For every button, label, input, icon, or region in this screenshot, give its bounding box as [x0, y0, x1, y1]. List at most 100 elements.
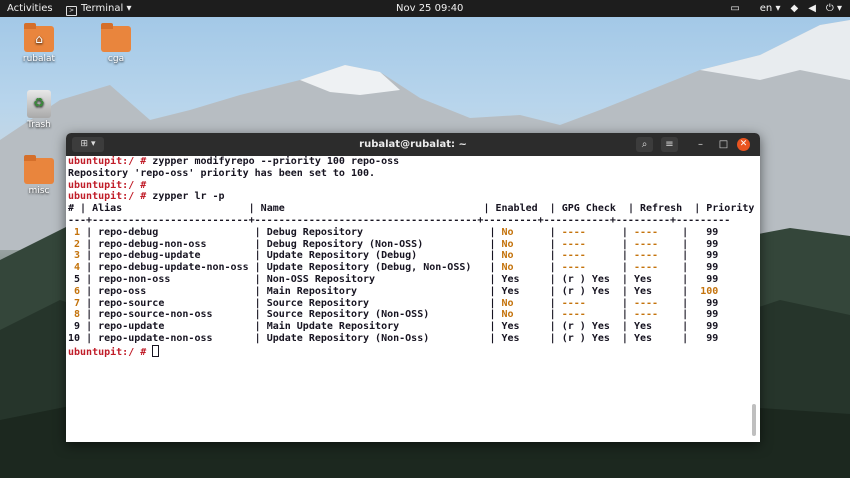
column-separator: |: [615, 238, 634, 250]
scrollbar[interactable]: [752, 404, 756, 436]
trash-icon: ♻: [27, 90, 51, 118]
row-number: 9: [68, 321, 81, 333]
column-separator: |: [477, 203, 496, 215]
header-cell: Priority: [706, 203, 755, 215]
network-icon[interactable]: ◆: [790, 3, 798, 14]
column-separator: |: [74, 203, 93, 215]
column-separator: |: [676, 250, 695, 262]
volume-icon[interactable]: ◀: [808, 3, 816, 14]
prompt: ubuntupit:/ #: [68, 156, 153, 167]
table-row: 6 | repo-oss | Main Repository | Yes | (…: [68, 286, 754, 298]
text-cursor: [152, 344, 160, 357]
terminal-window[interactable]: ⊞ ▾ rubalat@rubalat: ~ ⌕ ≡ – □ ✕ ubuntup…: [66, 133, 760, 442]
power-icon[interactable]: ⏻ ▾: [826, 3, 842, 14]
table-separator: ---+--------------------------+---------…: [68, 214, 731, 226]
column-separator: |: [676, 332, 695, 344]
table-row: 8 | repo-source-non-oss | Source Reposit…: [68, 309, 754, 321]
cell-gpg-check: ----: [561, 250, 616, 262]
output-line: Repository 'repo-oss' priority has been …: [68, 167, 376, 179]
column-separator: |: [615, 285, 634, 297]
search-button[interactable]: ⌕: [636, 137, 653, 152]
desktop-icon-misc[interactable]: misc: [9, 155, 69, 196]
cell-gpg-check: (r ) Yes: [561, 332, 616, 344]
command-text: zypper lr -p: [152, 191, 225, 203]
cell-enabled: Yes: [501, 273, 544, 285]
cell-alias: repo-debug: [98, 226, 249, 238]
cell-alias: repo-debug-update-non-oss: [98, 262, 249, 274]
cell-name: Source Repository (Non-OSS): [266, 309, 484, 321]
terminal-icon: >: [66, 6, 77, 16]
cell-refresh: ----: [633, 262, 677, 274]
desktop-icon-cga[interactable]: cga: [86, 23, 146, 64]
cell-name: Update Repository (Non-Oss): [266, 332, 484, 344]
close-button[interactable]: ✕: [737, 138, 750, 151]
column-separator: |: [483, 321, 502, 333]
terminal-console[interactable]: ubuntupit:/ # zypper modifyrepo --priori…: [66, 156, 760, 442]
prompt: ubuntupit:/ #: [68, 191, 153, 203]
column-separator: |: [483, 250, 502, 262]
cell-gpg-check: (r ) Yes: [561, 321, 616, 333]
cell-gpg-check: ----: [561, 309, 616, 321]
minimize-button[interactable]: –: [692, 137, 709, 152]
column-separator: |: [615, 321, 634, 333]
desktop-icon-label: misc: [28, 186, 50, 196]
column-separator: |: [676, 297, 695, 309]
column-separator: |: [615, 309, 634, 321]
close-icon: ✕: [739, 139, 748, 149]
home-folder-icon: ⌂: [24, 23, 54, 52]
screen-icon[interactable]: ▭: [730, 3, 739, 14]
column-separator: |: [80, 262, 99, 274]
cell-enabled: No: [501, 309, 544, 321]
row-number: 8: [68, 309, 81, 321]
column-separator: |: [483, 309, 502, 321]
column-separator: |: [248, 262, 267, 274]
minimize-icon: –: [698, 139, 703, 150]
system-tray[interactable]: ▭ en ▾ ◆ ◀ ⏻ ▾: [720, 0, 842, 17]
desktop-icon-trash[interactable]: ♻ Trash: [9, 90, 69, 130]
row-number: 7: [68, 297, 81, 309]
column-separator: |: [543, 309, 562, 321]
cell-name: Debug Repository (Non-OSS): [266, 238, 484, 250]
column-separator: |: [621, 203, 640, 215]
column-separator: |: [248, 321, 267, 333]
command-line: ubuntupit:/ #: [68, 344, 754, 358]
top-bar: Activities > Terminal ▾ Nov 25 09:40 ▭ en …: [0, 0, 850, 17]
column-separator: |: [676, 309, 695, 321]
table-row: 5 | repo-non-oss | Non-OSS Repository | …: [68, 274, 754, 286]
header-cell: Refresh: [640, 203, 689, 215]
clock[interactable]: Nov 25 09:40: [396, 0, 463, 17]
cell-name: Main Repository: [266, 285, 484, 297]
cell-refresh: Yes: [633, 285, 677, 297]
cell-alias: repo-source-non-oss: [98, 309, 249, 321]
maximize-button[interactable]: □: [715, 137, 732, 152]
language-indicator[interactable]: en ▾: [750, 3, 781, 14]
column-separator: |: [80, 297, 99, 309]
desktop-icon-label: rubalat: [22, 54, 56, 64]
column-separator: |: [615, 226, 634, 238]
column-separator: |: [80, 285, 99, 297]
column-separator: |: [615, 250, 634, 262]
terminal-output: ubuntupit:/ # zypper modifyrepo --priori…: [68, 156, 755, 358]
row-number: 6: [68, 285, 81, 297]
app-menu-terminal[interactable]: > Terminal ▾: [66, 0, 131, 17]
cell-priority: 99: [694, 309, 719, 321]
column-separator: |: [676, 226, 695, 238]
column-separator: |: [543, 321, 562, 333]
column-separator: |: [80, 309, 99, 321]
column-separator: |: [242, 203, 261, 215]
column-separator: |: [483, 273, 502, 285]
table-row: 4 | repo-debug-update-non-oss | Update R…: [68, 262, 754, 274]
cell-enabled: No: [501, 226, 544, 238]
column-separator: |: [676, 321, 695, 333]
cell-priority: 99: [694, 273, 719, 285]
column-separator: |: [676, 285, 695, 297]
desktop-icon-rubalat[interactable]: ⌂ rubalat: [9, 23, 69, 64]
menu-button[interactable]: ≡: [661, 137, 678, 152]
activities-button[interactable]: Activities: [7, 0, 53, 17]
column-separator: |: [615, 273, 634, 285]
maximize-icon: □: [718, 139, 729, 150]
terminal-titlebar[interactable]: ⊞ ▾ rubalat@rubalat: ~ ⌕ ≡ – □ ✕: [66, 133, 760, 156]
cell-gpg-check: ----: [561, 226, 616, 238]
cell-enabled: No: [501, 250, 544, 262]
column-separator: |: [543, 226, 562, 238]
